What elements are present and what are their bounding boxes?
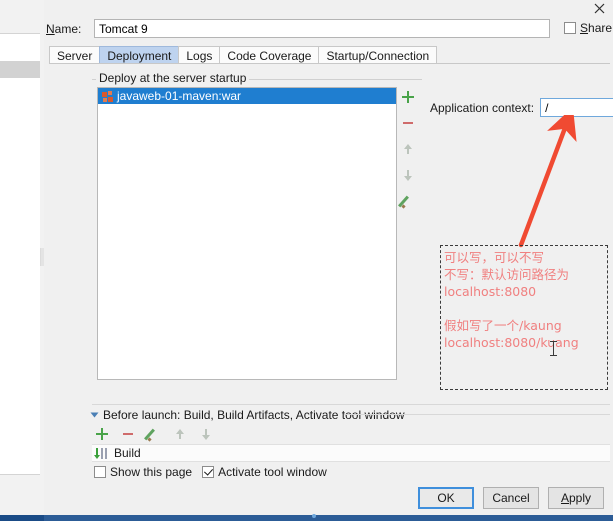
show-this-page-label: Show this page [110,465,193,479]
ok-button[interactable]: OK [418,487,474,509]
before-launch-title: Before launch: Build, Build Artifacts, A… [103,408,405,422]
annotation-arrow-icon [518,115,577,248]
bl-minus-icon[interactable] [120,426,136,442]
ide-status-strip [0,514,613,521]
apply-button[interactable]: Apply [548,487,604,509]
before-launch-list[interactable]: Build [92,444,610,462]
dialog-button-bar: OK Cancel Apply [418,487,604,509]
tab-code-coverage[interactable]: Code Coverage [219,46,320,64]
bl-plus-icon[interactable] [94,426,110,442]
pencil-icon[interactable] [400,193,416,209]
configuration-tabs: Server Deployment Logs Code Coverage Sta… [49,45,438,64]
application-context-label: Application context: [430,100,535,115]
activate-tool-window-label: Activate tool window [218,465,327,479]
share-checkbox[interactable]: Share [564,21,612,35]
bottom-checkboxes: Show this page Activate tool window [94,465,327,479]
bl-pencil-icon[interactable] [146,426,162,442]
artifact-icon [102,90,113,102]
ide-status-strip-left [0,515,44,521]
collapse-triangle-icon[interactable] [90,412,99,418]
before-launch-header[interactable]: Before launch: Build, Build Artifacts, A… [90,408,405,422]
before-launch-toolbar [94,424,294,444]
annotation-text: 可以写，可以不写 不写：默认访问路径为 localhost:8080 假如写了一… [444,250,579,350]
show-this-page-box[interactable] [94,466,106,478]
build-icon [94,447,109,460]
deploy-group: Deploy at the server startup javaweb-01-… [92,71,422,392]
before-launch-title-line [344,414,610,415]
deployment-list[interactable]: javaweb-01-maven:war [97,87,397,380]
deploy-group-title: Deploy at the server startup [96,71,250,85]
arrow-up-icon[interactable] [400,141,416,157]
list-item-label: javaweb-01-maven:war [117,89,242,103]
arrow-down-icon[interactable] [400,167,416,183]
before-launch-separator [92,404,610,405]
text-cursor-icon [550,341,557,356]
show-this-page-checkbox[interactable]: Show this page [94,465,192,479]
tab-deployment[interactable]: Deployment [99,46,180,64]
bl-arrow-down-icon[interactable] [198,426,214,442]
before-launch-row-label: Build [114,446,141,460]
close-icon[interactable] [591,2,607,18]
tab-startup-connection[interactable]: Startup/Connection [318,46,438,64]
share-checkbox-box[interactable] [564,22,576,34]
list-item[interactable]: javaweb-01-maven:war [98,88,396,104]
name-label: Name: [46,22,82,36]
deployment-list-toolbar [398,87,418,382]
cancel-button[interactable]: Cancel [483,487,539,509]
ide-status-dot [312,514,316,518]
run-debug-configurations-dialog: Name: Share Server Deployment Logs Code … [44,0,613,521]
minus-icon[interactable] [400,115,416,131]
application-context-row: Application context: / [430,98,613,117]
tab-logs[interactable]: Logs [178,46,221,64]
application-context-value: / [545,100,549,115]
tab-underline [49,63,610,64]
application-context-combobox[interactable]: / [540,98,613,117]
activate-tool-window-checkbox[interactable]: Activate tool window [202,465,327,479]
name-row: Name: Share [46,19,612,40]
share-checkbox-label: Share [580,21,613,35]
bl-arrow-up-icon[interactable] [172,426,188,442]
tab-server[interactable]: Server [49,46,101,64]
name-input[interactable] [94,19,550,38]
background-ide-panel [0,0,47,521]
activate-tool-window-box[interactable] [202,466,215,478]
plus-icon[interactable] [400,89,416,105]
background-project-tree [0,33,42,475]
background-tree-selected-row [0,61,41,78]
